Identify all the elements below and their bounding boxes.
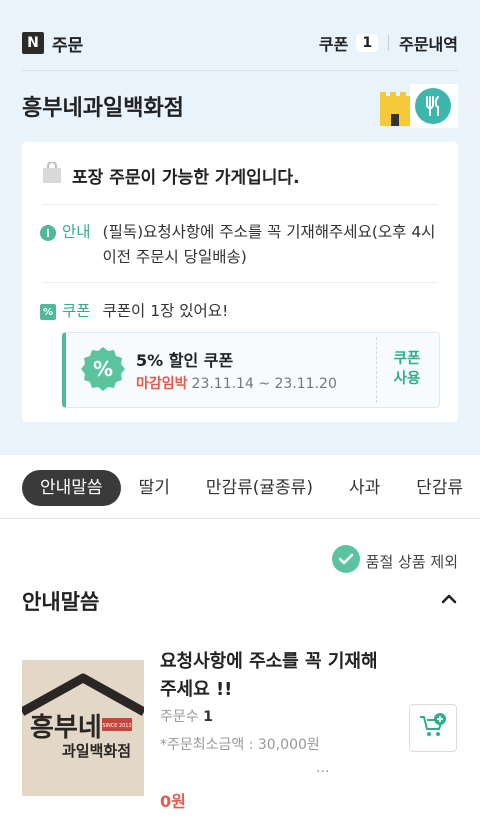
- use-coupon-label-1: 쿠폰: [393, 351, 421, 367]
- check-circle-icon: [331, 545, 360, 577]
- exclude-soldout-toggle[interactable]: 품절 상품 제외: [331, 545, 458, 577]
- info-text: (필독)요청사항에 주소를 꼭 기재해주세요(오후 4시이전 주문시 당일배송): [102, 223, 436, 266]
- product-title[interactable]: 요청사항에 주소를 꼭 기재해 주세요 !!: [160, 648, 410, 704]
- store-icons: [378, 84, 458, 128]
- percent-badge-icon: %: [80, 346, 126, 396]
- info-icon: i: [40, 225, 56, 241]
- thumb-text-1: 흥부네: [30, 713, 102, 743]
- category-tabs: 안내말씀 딸기 만감류(귤종류) 사과 단감류: [22, 470, 480, 506]
- order-count-label: 주문수: [160, 709, 199, 725]
- coupon-name: 5% 할인 쿠폰: [136, 351, 234, 370]
- divider: [376, 337, 377, 403]
- coupon-dates: 23.11.14 ~ 23.11.20: [191, 376, 337, 392]
- order-count-value: 1: [203, 709, 213, 725]
- use-coupon-label-2: 사용: [393, 371, 421, 387]
- product-title-line1: 요청사항에 주소를 꼭 기재해: [160, 651, 378, 672]
- product-image[interactable]: 흥부네 과일백화점 SINCE 2012: [22, 660, 144, 796]
- coupon-period: 마감임박 23.11.14 ~ 23.11.20: [136, 373, 337, 393]
- add-to-cart-button[interactable]: [409, 704, 457, 752]
- chevron-up-icon[interactable]: [440, 590, 458, 612]
- product-title-line2: 주세요 !!: [160, 679, 233, 700]
- more-ellipsis: ...: [316, 760, 330, 776]
- tab-notice[interactable]: 안내말씀: [22, 470, 121, 506]
- info-row: i 안내 (필독)요청사항에 주소를 꼭 기재해주세요(오후 4시이전 주문시 …: [40, 220, 442, 270]
- product-price: 0원: [160, 792, 186, 811]
- shopping-bag-icon: [42, 161, 62, 188]
- thumb-since: SINCE 2012: [102, 723, 131, 729]
- packaging-notice: 포장 주문이 가능한 가게입니다.: [72, 167, 300, 188]
- coupon-text: 쿠폰이 1장 있어요!: [102, 302, 229, 320]
- tab-strawberry[interactable]: 딸기: [121, 470, 188, 506]
- store-header-area: N 주문 쿠폰 1 주문내역 흥부네과일백화점 포장 주문이 가능한 가게입니다…: [0, 0, 480, 455]
- coupon-ticket: % 5% 할인 쿠폰 마감임박 23.11.14 ~ 23.11.20 쿠폰 사용: [62, 332, 440, 408]
- min-order-amount: *주문최소금액 : 30,000원: [160, 737, 320, 753]
- store-building-icon: [380, 92, 410, 126]
- section-title: 안내말씀: [22, 590, 100, 614]
- coupon-count-badge: 1: [356, 34, 379, 52]
- svg-text:%: %: [93, 357, 113, 381]
- tab-apple[interactable]: 사과: [331, 470, 398, 506]
- divider: [388, 35, 390, 51]
- urgent-label: 마감임박: [136, 376, 188, 392]
- order-history-link[interactable]: 주문내역: [399, 31, 458, 55]
- divider: [42, 282, 438, 283]
- store-notice-card: 포장 주문이 가능한 가게입니다. i 안내 (필독)요청사항에 주소를 꼭 기…: [22, 142, 458, 422]
- percent-icon: %: [40, 304, 56, 320]
- tab-citrus[interactable]: 만감류(귤종류): [188, 470, 331, 506]
- divider: [22, 70, 458, 71]
- soldout-label: 품절 상품 제외: [365, 552, 458, 571]
- tab-persimmon[interactable]: 단감류: [398, 470, 480, 506]
- store-name: 흥부네과일백화점: [22, 96, 184, 121]
- divider: [0, 518, 480, 519]
- coupon-label: 쿠폰: [62, 302, 91, 320]
- top-bar: N 주문 쿠폰 1 주문내역: [22, 30, 458, 56]
- page-title: 주문: [52, 35, 84, 56]
- use-coupon-button[interactable]: 쿠폰 사용: [384, 349, 430, 389]
- naver-logo: N: [22, 32, 44, 54]
- info-label: 안내: [62, 223, 91, 241]
- coupon-row: % 쿠폰 쿠폰이 1장 있어요!: [40, 299, 442, 324]
- restaurant-icon: [415, 88, 451, 124]
- cart-add-icon: [419, 713, 447, 743]
- thumb-text-2: 과일백화점: [62, 742, 131, 760]
- order-count: 주문수 1: [160, 706, 213, 726]
- divider: [42, 204, 438, 205]
- coupon-link[interactable]: 쿠폰: [319, 31, 348, 55]
